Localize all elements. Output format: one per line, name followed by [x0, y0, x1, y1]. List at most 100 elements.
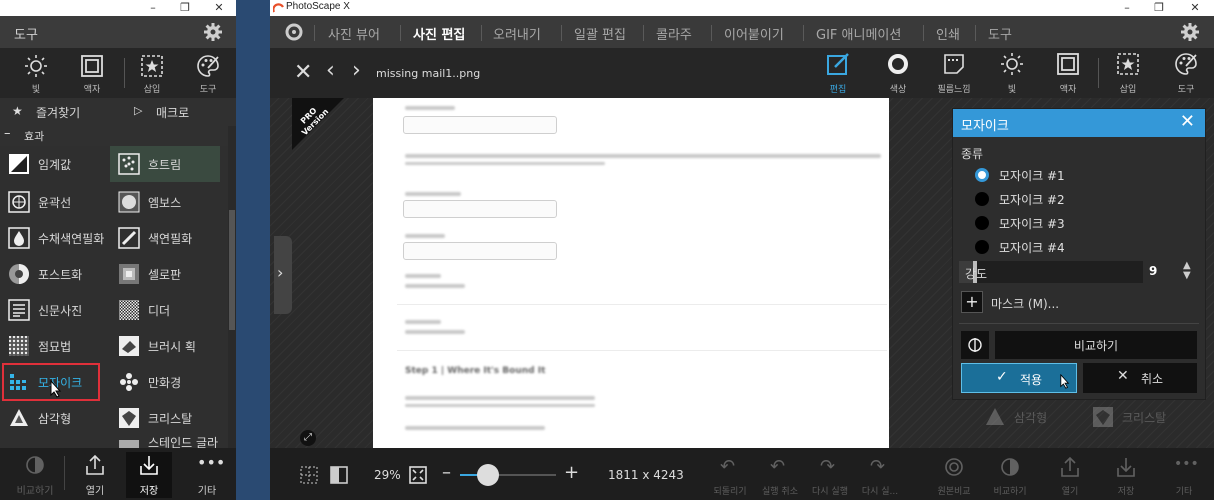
more-button[interactable]: ••• 기타: [1162, 454, 1206, 498]
frame-tool-button[interactable]: 액자: [1046, 50, 1090, 96]
mosaic-option-1[interactable]: 모자이크 #1: [975, 165, 1065, 185]
effects-scrollbar-thumb[interactable]: [229, 210, 235, 330]
mosaic-panel-header: 모자이크 ✕: [953, 109, 1205, 137]
mosaic-option-2[interactable]: 모자이크 #2: [975, 189, 1065, 209]
zoom-slider-knob[interactable]: [477, 464, 499, 486]
color-tool-button[interactable]: 색상: [876, 50, 920, 96]
original-compare-button[interactable]: 원본비교: [932, 454, 976, 498]
left-toolbar: 빛 액자 삽입 도구: [0, 48, 236, 98]
effect-posterize[interactable]: 포스트화: [0, 256, 82, 292]
spinner-icon[interactable]: ▲ ▼: [1183, 261, 1191, 281]
left-titlebar: – ❐ ✕: [0, 0, 236, 16]
strength-value[interactable]: 9: [1149, 264, 1157, 278]
save-button[interactable]: 저장: [126, 452, 172, 498]
effect-stained-glass[interactable]: 스테인드 글라: [110, 434, 218, 448]
close-image-icon[interactable]: ✕: [294, 62, 312, 84]
more-icon: •••: [1174, 456, 1199, 472]
toolbar-insert-button[interactable]: 삽입: [132, 52, 172, 96]
effect-newspaper[interactable]: 신문사진: [0, 292, 82, 328]
minimize-button[interactable]: –: [1114, 0, 1140, 16]
gear-icon[interactable]: [202, 21, 224, 43]
zoom-in-icon[interactable]: +: [564, 462, 579, 483]
minimize-button[interactable]: –: [140, 0, 166, 16]
document-image[interactable]: Step 1 | Where It's Bound It: [373, 98, 889, 450]
more-button[interactable]: ••• 기타: [184, 452, 230, 498]
favorites-button[interactable]: 즐겨찾기: [36, 104, 80, 121]
tab-gif[interactable]: GIF 애니메이션: [816, 24, 901, 43]
effect-brush-stroke[interactable]: 브러시 획: [110, 328, 196, 364]
mosaic-option-3[interactable]: 모자이크 #3: [975, 213, 1065, 233]
restore-button[interactable]: ❐: [1146, 0, 1172, 16]
tools-tool-button[interactable]: 도구: [1164, 50, 1208, 96]
film-tool-button[interactable]: 필름느낌: [932, 50, 976, 96]
effect-emboss[interactable]: 엠보스: [110, 184, 181, 220]
add-mask-button[interactable]: +: [961, 291, 983, 313]
tab-viewer[interactable]: 사진 뷰어: [328, 24, 380, 43]
effect-mosaic[interactable]: 모자이크: [0, 364, 82, 400]
compare-button[interactable]: 비교하기: [12, 452, 58, 498]
effect-threshold[interactable]: 임계값: [0, 146, 71, 182]
tab-combine[interactable]: 이어붙이기: [724, 24, 784, 43]
zoom-slider-track[interactable]: [460, 474, 556, 476]
effect-pointillism[interactable]: 점묘법: [0, 328, 71, 364]
radio-icon: [975, 192, 989, 206]
effects-header[interactable]: – 효과: [0, 126, 236, 146]
undo-button[interactable]: ↶ 실행 취소: [758, 454, 802, 498]
more-icon: •••: [197, 453, 226, 472]
split-view-icon[interactable]: [330, 466, 348, 484]
close-button[interactable]: ✕: [206, 0, 232, 16]
cancel-button[interactable]: ✕ 취소: [1083, 363, 1197, 393]
toolbar-light-button[interactable]: 빛: [16, 52, 56, 96]
undo-all-button[interactable]: ↶ 되돌리기: [708, 454, 752, 498]
insert-tool-button[interactable]: 삽입: [1106, 50, 1150, 96]
save-button[interactable]: 저장: [1104, 454, 1148, 498]
next-image-icon[interactable]: ›: [352, 60, 361, 82]
redo-button[interactable]: ↷ 다시 실행: [808, 454, 852, 498]
apply-button[interactable]: ✓ 적용: [961, 363, 1077, 393]
blurred-text: [405, 274, 441, 278]
effect-crystal[interactable]: 크리스탈: [110, 400, 192, 436]
tab-photo-edit[interactable]: 사진 편집: [413, 24, 465, 43]
mosaic-option-4[interactable]: 모자이크 #4: [975, 237, 1065, 257]
light-tool-button[interactable]: 빛: [990, 50, 1034, 96]
effect-outline[interactable]: 윤곽선: [0, 184, 71, 220]
tab-separator: [314, 25, 315, 41]
fit-screen-icon[interactable]: [408, 465, 428, 485]
logo-icon[interactable]: [284, 22, 304, 42]
effect-scatter[interactable]: 흐트림: [110, 146, 181, 182]
gear-icon[interactable]: [1180, 22, 1200, 42]
restore-button[interactable]: ❐: [172, 0, 198, 16]
tab-cutout[interactable]: 오려내기: [493, 24, 541, 43]
zoom-out-icon[interactable]: –: [442, 462, 451, 483]
tab-collage[interactable]: 콜라주: [656, 24, 692, 43]
prev-image-icon[interactable]: ‹: [326, 60, 335, 82]
effect-watercolor[interactable]: 수채색연필화: [0, 220, 104, 256]
open-button[interactable]: 열기: [1048, 454, 1092, 498]
toolbar-tools-button[interactable]: 도구: [188, 52, 228, 96]
effect-pencil[interactable]: 색연필화: [110, 220, 192, 256]
tab-tools[interactable]: 도구: [988, 24, 1012, 43]
toolbar-frame-button[interactable]: 액자: [72, 52, 112, 96]
close-button[interactable]: ✕: [1182, 0, 1208, 16]
effect-label: 임계값: [38, 157, 72, 172]
kaleidoscope-icon: [118, 371, 140, 393]
mask-label[interactable]: 마스크 (M)...: [991, 295, 1059, 312]
grid-icon[interactable]: [300, 466, 318, 484]
side-panel-toggle[interactable]: ›: [274, 236, 292, 314]
redo-all-button[interactable]: ↷ 다시 실...: [858, 454, 902, 498]
open-button[interactable]: 열기: [72, 452, 118, 498]
tab-batch[interactable]: 일괄 편집: [574, 24, 626, 43]
expand-icon[interactable]: ⤢: [300, 430, 316, 446]
edit-tool-button[interactable]: 편집: [816, 50, 860, 96]
left-menubar: 도구: [0, 16, 236, 48]
compare-toggle[interactable]: [961, 331, 989, 359]
tab-print[interactable]: 인쇄: [936, 24, 960, 43]
effect-cellophane[interactable]: 셀로판: [110, 256, 181, 292]
compare-button[interactable]: 비교하기: [995, 331, 1197, 359]
effect-dither[interactable]: 디더: [110, 292, 170, 328]
compare-button[interactable]: 비교하기: [988, 454, 1032, 498]
macro-button[interactable]: 매크로: [156, 104, 189, 121]
close-icon[interactable]: ✕: [1180, 113, 1195, 131]
effect-kaleidoscope[interactable]: 만화경: [110, 364, 181, 400]
effect-triangle[interactable]: 삼각형: [0, 400, 71, 436]
